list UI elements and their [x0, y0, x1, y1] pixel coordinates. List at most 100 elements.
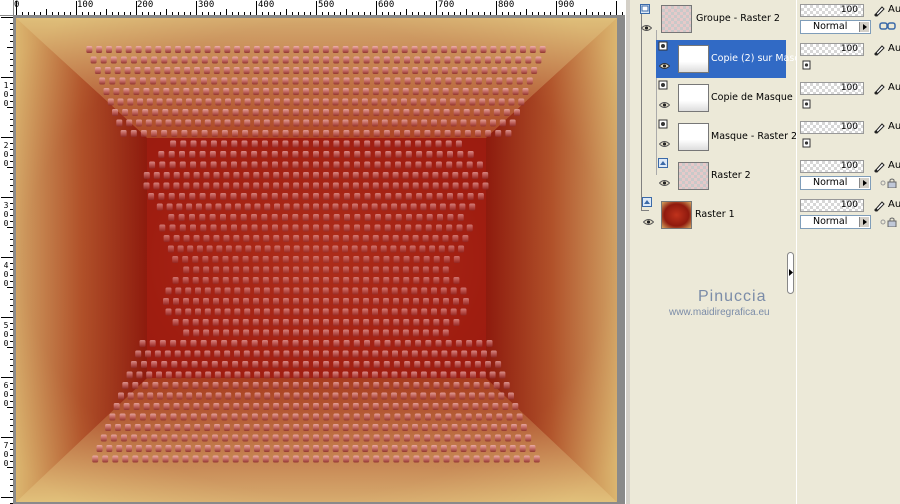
pattern-tile: [262, 109, 269, 116]
pattern-tile: [493, 382, 500, 389]
layer-row-copie2[interactable]: Copie (2) sur Masq: [656, 40, 800, 78]
pattern-tile: [421, 46, 428, 53]
layer-row-masque-raster2[interactable]: Masque - Raster 2: [656, 118, 797, 156]
pattern-tile: [511, 424, 517, 431]
lock-icon[interactable]: [879, 178, 897, 188]
ruler-tick: [118, 12, 119, 15]
pattern-tile: [135, 445, 142, 452]
ruler-tick: [298, 12, 299, 15]
blend-mode-select[interactable]: Normal: [800, 176, 871, 190]
pattern-tile: [234, 203, 241, 211]
document-image[interactable]: [16, 18, 617, 502]
pattern-tile: [293, 329, 299, 337]
pattern-tile: [343, 329, 349, 337]
opacity-field[interactable]: 100: [800, 199, 864, 212]
pattern-tile: [445, 140, 452, 148]
eye-icon[interactable]: [659, 62, 670, 70]
pattern-tile: [481, 350, 487, 358]
pattern-tile: [212, 277, 219, 284]
pattern-tile: [521, 67, 528, 74]
pattern-tile: [384, 224, 391, 232]
eye-icon[interactable]: [641, 24, 652, 32]
pattern-tile: [222, 434, 229, 442]
pattern-tile: [215, 392, 222, 400]
ruler-tick: [400, 12, 401, 15]
brush-icon[interactable]: [873, 121, 886, 134]
layer-thumbnail: [661, 5, 692, 33]
eye-icon[interactable]: [659, 179, 670, 187]
palette-collapse-handle[interactable]: [787, 252, 794, 294]
eye-icon[interactable]: [659, 101, 670, 109]
pattern-tile: [242, 277, 249, 284]
pattern-tile: [222, 56, 228, 64]
pattern-tile: [283, 119, 290, 127]
eye-icon[interactable]: [643, 218, 654, 226]
pattern-tile: [322, 67, 329, 74]
brush-icon[interactable]: [873, 82, 886, 95]
pattern-tile: [282, 77, 289, 85]
pattern-tile: [274, 245, 281, 253]
pattern-tile: [363, 77, 370, 85]
ruler-tick: [10, 179, 13, 180]
pattern-tile: [333, 413, 340, 421]
pattern-tile: [156, 98, 163, 106]
pattern-tile: [156, 371, 162, 379]
pattern-tile: [234, 287, 241, 295]
opacity-field[interactable]: 100: [800, 43, 864, 56]
ruler-label: 900: [558, 0, 575, 10]
opacity-field[interactable]: 100: [800, 4, 864, 17]
pattern-tile: [435, 77, 442, 85]
blend-mode-select[interactable]: Normal: [800, 20, 871, 34]
pattern-tile: [215, 203, 222, 211]
brush-icon[interactable]: [873, 160, 886, 173]
ruler-tick: [7, 347, 13, 348]
pattern-tile: [119, 77, 126, 85]
ruler-tick: [10, 329, 13, 330]
pattern-tile: [352, 266, 359, 274]
pattern-tile: [486, 77, 493, 85]
pattern-tile: [455, 413, 462, 421]
brush-icon[interactable]: [873, 43, 886, 56]
pattern-tile: [203, 67, 210, 74]
pattern-tile: [252, 56, 259, 64]
brush-icon[interactable]: [873, 199, 886, 212]
link-icon[interactable]: [879, 21, 897, 31]
pattern-tile: [263, 308, 270, 316]
layer-row-copie-masque[interactable]: Copie de Masque: [656, 79, 793, 117]
opacity-field[interactable]: 100: [800, 82, 864, 95]
pattern-tile: [232, 256, 239, 263]
pattern-tile: [242, 319, 249, 326]
layer-row-raster2[interactable]: Raster 2: [656, 157, 786, 195]
pattern-tile: [222, 256, 229, 263]
pattern-tile: [462, 172, 469, 179]
pattern-tile: [163, 88, 170, 95]
pattern-tile: [363, 56, 370, 64]
pattern-tile: [117, 98, 124, 106]
pattern-tile: [454, 130, 461, 137]
pattern-tile: [452, 88, 459, 95]
pattern-tile: [423, 319, 430, 326]
pattern-tile: [163, 403, 170, 410]
ruler-tick: [10, 395, 13, 396]
brush-icon[interactable]: [873, 4, 886, 17]
layer-group-row[interactable]: Groupe - Raster 2: [640, 2, 790, 40]
pattern-tile: [283, 445, 290, 452]
opacity-field[interactable]: 100: [800, 121, 864, 134]
eye-icon[interactable]: [659, 140, 670, 148]
pattern-tile: [203, 88, 210, 95]
opacity-field[interactable]: 100: [800, 160, 864, 173]
pattern-tile: [402, 88, 409, 95]
pattern-tile: [342, 182, 349, 190]
pattern-tile: [323, 266, 329, 274]
pattern-tile: [451, 350, 458, 358]
pattern-tile: [242, 130, 249, 137]
blend-mode-select[interactable]: Normal: [800, 215, 871, 229]
layer-row-raster1[interactable]: Raster 1: [640, 196, 786, 234]
pattern-tile: [129, 77, 136, 85]
pattern-tile: [162, 455, 169, 463]
pattern-tile: [263, 445, 270, 452]
pattern-tile: [322, 308, 329, 316]
pattern-tile: [404, 340, 411, 347]
pattern-tile: [332, 67, 339, 74]
lock-icon[interactable]: [879, 217, 897, 227]
